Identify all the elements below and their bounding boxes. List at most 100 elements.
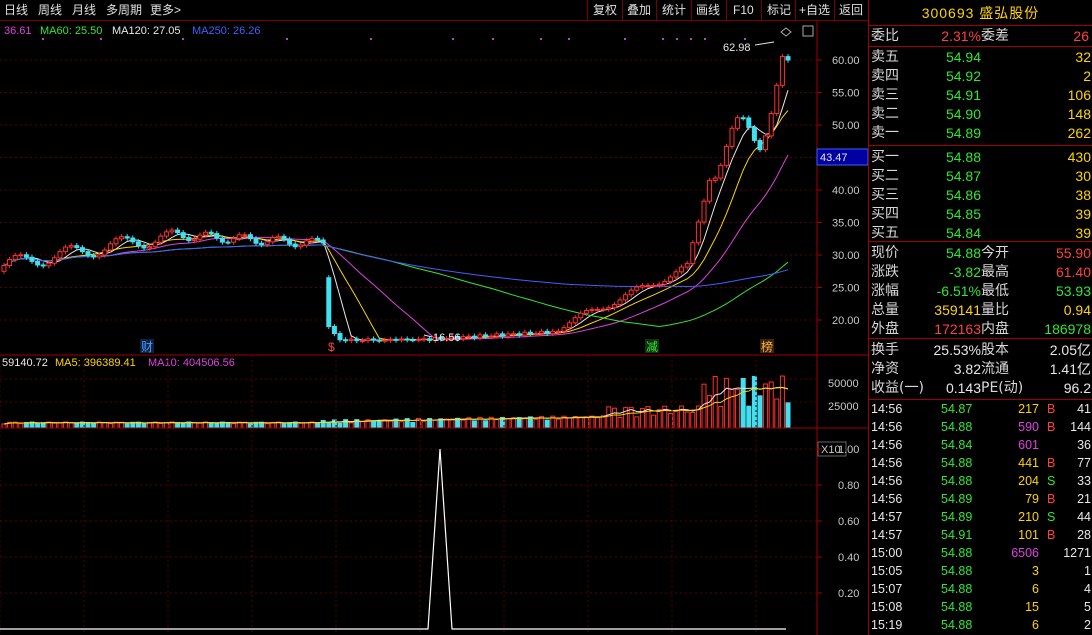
candle[interactable] bbox=[500, 334, 504, 336]
candle[interactable] bbox=[260, 243, 264, 244]
candle[interactable] bbox=[282, 236, 286, 239]
candle[interactable] bbox=[775, 85, 779, 113]
candle[interactable] bbox=[299, 245, 303, 247]
more-menu[interactable]: 更多> bbox=[150, 2, 181, 18]
candle[interactable] bbox=[204, 232, 208, 235]
candle[interactable] bbox=[103, 250, 107, 255]
stock-title[interactable]: 300693 盛弘股份 bbox=[869, 0, 1092, 26]
candle[interactable] bbox=[92, 255, 96, 256]
candle[interactable] bbox=[114, 239, 118, 244]
candle[interactable] bbox=[142, 246, 146, 248]
candle[interactable] bbox=[58, 252, 62, 258]
event-marker-dividend-label[interactable]: $ bbox=[328, 340, 335, 354]
add-watchlist-button[interactable]: +自选 bbox=[799, 2, 830, 18]
candle[interactable] bbox=[248, 235, 252, 239]
candle[interactable] bbox=[764, 136, 768, 150]
candle[interactable] bbox=[540, 331, 544, 333]
candle[interactable] bbox=[97, 255, 101, 257]
candle[interactable] bbox=[327, 278, 331, 327]
candle[interactable] bbox=[736, 118, 740, 129]
restore-rights-button[interactable]: 复权 bbox=[593, 2, 617, 18]
candle[interactable] bbox=[786, 57, 790, 60]
candle[interactable] bbox=[209, 232, 213, 233]
candle[interactable] bbox=[428, 339, 432, 341]
candle[interactable] bbox=[517, 334, 521, 335]
candle[interactable] bbox=[366, 339, 370, 341]
ask-row[interactable]: 卖一 54.89 262 bbox=[869, 124, 1092, 142]
draw-line-button[interactable]: 画线 bbox=[696, 2, 720, 18]
candle[interactable] bbox=[254, 239, 258, 244]
ask-row[interactable]: 卖三 54.91 106 bbox=[869, 86, 1092, 104]
candle[interactable] bbox=[388, 339, 392, 340]
ask-row[interactable]: 卖五 54.94 32 bbox=[869, 48, 1092, 66]
candle[interactable] bbox=[416, 339, 420, 340]
tab-monthly[interactable]: 月线 bbox=[72, 2, 96, 18]
ask-row[interactable]: 卖四 54.92 2 bbox=[869, 67, 1092, 85]
candle[interactable] bbox=[579, 313, 583, 317]
candle[interactable] bbox=[108, 244, 112, 250]
candle[interactable] bbox=[680, 267, 684, 272]
candle[interactable] bbox=[467, 336, 471, 337]
candle[interactable] bbox=[523, 332, 527, 335]
candle[interactable] bbox=[125, 237, 129, 238]
candle[interactable] bbox=[120, 237, 124, 239]
candle[interactable] bbox=[148, 247, 152, 248]
candle[interactable] bbox=[640, 286, 644, 287]
candle[interactable] bbox=[344, 340, 348, 341]
candle[interactable] bbox=[338, 334, 342, 340]
candle[interactable] bbox=[635, 287, 639, 290]
candle[interactable] bbox=[164, 232, 168, 236]
candle[interactable] bbox=[495, 334, 499, 336]
candle[interactable] bbox=[528, 332, 532, 334]
tab-weekly[interactable]: 周线 bbox=[38, 2, 62, 18]
tab-daily[interactable]: 日线 bbox=[4, 2, 28, 18]
candle[interactable] bbox=[19, 255, 23, 256]
candle[interactable] bbox=[265, 242, 269, 245]
candle[interactable] bbox=[80, 248, 84, 252]
candle[interactable] bbox=[159, 236, 163, 242]
candle[interactable] bbox=[293, 244, 297, 247]
candle[interactable] bbox=[75, 246, 79, 248]
candle[interactable] bbox=[13, 255, 17, 259]
candle[interactable] bbox=[652, 285, 656, 286]
candle[interactable] bbox=[657, 284, 661, 285]
candle[interactable] bbox=[601, 309, 605, 310]
candle[interactable] bbox=[276, 236, 280, 237]
candle[interactable] bbox=[741, 118, 745, 119]
candle[interactable] bbox=[400, 339, 404, 340]
candle[interactable] bbox=[719, 165, 723, 178]
bid-row[interactable]: 买一 54.88 430 bbox=[869, 148, 1092, 166]
candle[interactable] bbox=[271, 238, 275, 242]
candle[interactable] bbox=[758, 140, 762, 149]
candle[interactable] bbox=[484, 335, 488, 336]
candle[interactable] bbox=[41, 265, 45, 266]
candle[interactable] bbox=[478, 335, 482, 338]
candle[interactable] bbox=[394, 339, 398, 340]
bid-row[interactable]: 买三 54.86 38 bbox=[869, 186, 1092, 204]
candle[interactable] bbox=[590, 309, 594, 310]
candle[interactable] bbox=[355, 339, 359, 340]
candle[interactable] bbox=[730, 128, 734, 146]
candle[interactable] bbox=[131, 238, 135, 242]
candle[interactable] bbox=[86, 252, 90, 256]
candle[interactable] bbox=[780, 57, 784, 86]
candle[interactable] bbox=[215, 234, 219, 239]
f10-button[interactable]: F10 bbox=[733, 2, 754, 18]
candle[interactable] bbox=[629, 290, 633, 295]
back-button[interactable]: 返回 bbox=[839, 2, 863, 18]
candle[interactable] bbox=[30, 257, 34, 261]
candle[interactable] bbox=[769, 114, 773, 136]
candle[interactable] bbox=[668, 277, 672, 281]
candle[interactable] bbox=[372, 339, 376, 340]
candle[interactable] bbox=[618, 300, 622, 305]
candle[interactable] bbox=[36, 261, 40, 265]
candle[interactable] bbox=[713, 178, 717, 180]
candle[interactable] bbox=[506, 334, 510, 336]
candle[interactable] bbox=[708, 180, 712, 201]
bid-row[interactable]: 买四 54.85 39 bbox=[869, 205, 1092, 223]
candle[interactable] bbox=[646, 285, 650, 286]
candle[interactable] bbox=[237, 235, 241, 239]
candle[interactable] bbox=[52, 258, 56, 263]
candle[interactable] bbox=[232, 238, 236, 242]
candle[interactable] bbox=[411, 340, 415, 341]
